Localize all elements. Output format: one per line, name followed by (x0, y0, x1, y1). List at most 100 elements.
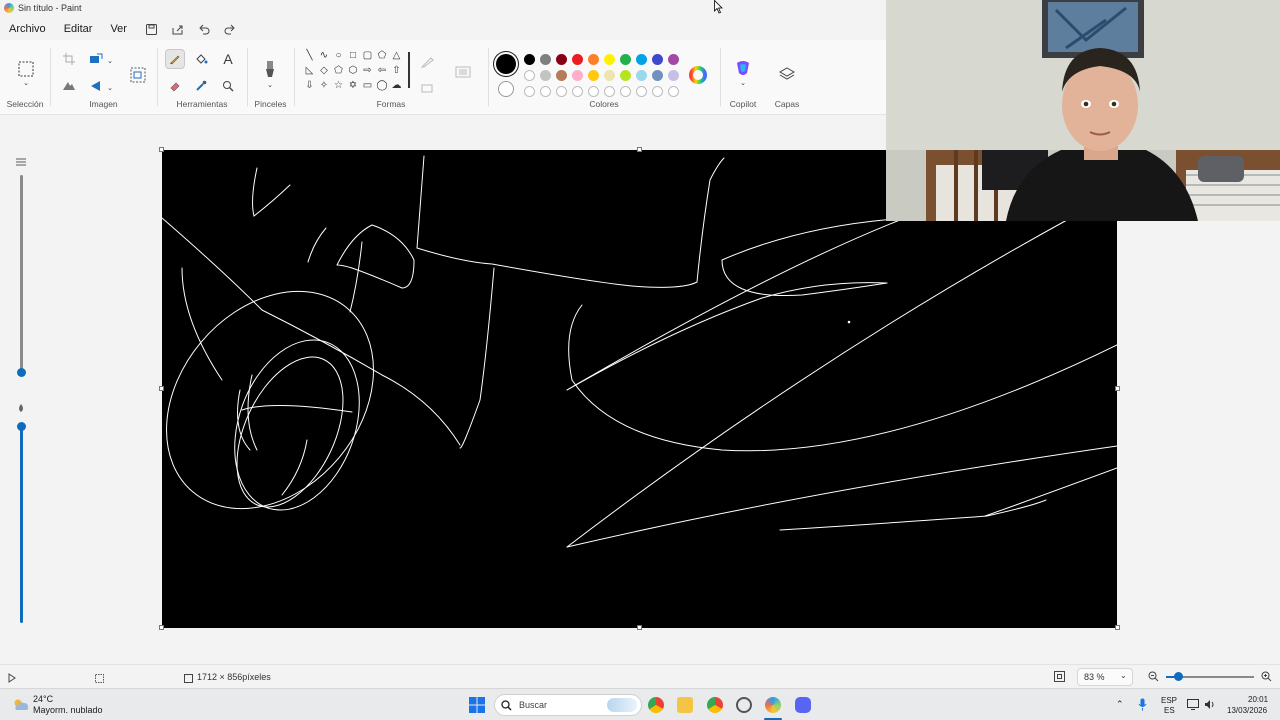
custom-color-slot[interactable] (636, 86, 647, 97)
resize-icon[interactable] (86, 49, 106, 69)
shape-fill-icon[interactable] (418, 78, 438, 98)
pencil-icon[interactable] (165, 49, 185, 69)
network-icon[interactable] (1187, 699, 1199, 713)
shape-callout-oval-icon[interactable]: ◯ (376, 79, 389, 92)
file-explorer-icon[interactable] (677, 697, 693, 713)
canvas-handle-bottom[interactable] (637, 625, 642, 630)
shape-pentagon-icon[interactable]: ⬠ (332, 64, 345, 77)
size-slider-thumb[interactable] (17, 368, 26, 377)
canvas-handle-left[interactable] (159, 386, 164, 391)
share-icon[interactable] (171, 22, 185, 36)
canvas-handle-right[interactable] (1115, 386, 1120, 391)
layers-icon[interactable] (777, 64, 797, 84)
chrome-icon[interactable] (648, 697, 664, 713)
save-icon[interactable] (145, 22, 159, 36)
shape-diamond-icon[interactable]: ◇ (318, 64, 331, 77)
text-tool-icon[interactable]: A (218, 49, 238, 69)
custom-color-slot[interactable] (572, 86, 583, 97)
custom-color-slot[interactable] (540, 86, 551, 97)
eraser-icon[interactable] (165, 76, 185, 96)
menu-editar[interactable]: Editar (58, 20, 99, 38)
color-swatch[interactable] (556, 54, 567, 65)
opacity-slider[interactable] (8, 398, 34, 630)
shapes-scrollbar[interactable] (408, 52, 410, 88)
color-swatch[interactable] (636, 54, 647, 65)
zoom-slider-thumb[interactable] (1174, 672, 1183, 681)
shape-arrow-right-icon[interactable]: ⇨ (361, 64, 374, 77)
color-swatch[interactable] (668, 70, 679, 81)
shape-rectangle-icon[interactable]: □ (347, 49, 360, 62)
color-swatch[interactable] (556, 70, 567, 81)
language-bottom[interactable]: ES (1164, 706, 1175, 715)
menu-ver[interactable]: Ver (104, 20, 133, 38)
zoom-in-icon[interactable] (1261, 671, 1272, 685)
brush-dropdown-icon[interactable]: ⌄ (265, 80, 275, 90)
shape-right-triangle-icon[interactable]: ◺ (303, 64, 316, 77)
color-swatch[interactable] (588, 54, 599, 65)
custom-color-slot[interactable] (652, 86, 663, 97)
custom-color-slot[interactable] (524, 86, 535, 97)
custom-color-slot[interactable] (588, 86, 599, 97)
clock-date[interactable]: 13/03/2026 (1227, 706, 1267, 715)
color-swatch[interactable] (652, 54, 663, 65)
canvas-handle-bottom-left[interactable] (159, 625, 164, 630)
color-swatch[interactable] (588, 70, 599, 81)
undo-icon[interactable] (197, 22, 211, 36)
rotate-dropdown-icon[interactable]: ⌄ (105, 78, 115, 98)
color-swatch[interactable] (540, 70, 551, 81)
chrome-profile-icon[interactable] (707, 697, 723, 713)
fit-to-window-icon[interactable] (1054, 671, 1065, 685)
brush-icon[interactable] (260, 56, 280, 82)
custom-color-slot[interactable] (620, 86, 631, 97)
shape-line-icon[interactable]: ╲ (303, 49, 316, 62)
secondary-color-swatch[interactable] (498, 81, 514, 97)
color-swatch[interactable] (524, 54, 535, 65)
rotate-icon[interactable] (86, 76, 106, 96)
color-swatch[interactable] (652, 70, 663, 81)
shape-oval-icon[interactable]: ○ (332, 49, 345, 62)
shape-star-four-icon[interactable]: ✧ (318, 79, 331, 92)
fill-bucket-icon[interactable] (191, 49, 211, 69)
custom-color-slot[interactable] (604, 86, 615, 97)
color-swatch[interactable] (572, 70, 583, 81)
shape-arrow-down-icon[interactable]: ⇩ (303, 79, 316, 92)
canvas-handle-top-left[interactable] (159, 147, 164, 152)
size-slider-track[interactable] (20, 175, 23, 370)
taskbar-search[interactable]: Buscar (494, 694, 642, 716)
shape-curve-icon[interactable]: ∿ (318, 49, 331, 62)
canvas-handle-top[interactable] (637, 147, 642, 152)
shape-rounded-rectangle-icon[interactable]: ▢ (361, 49, 374, 62)
background-remove-icon[interactable] (59, 76, 79, 96)
clock-time[interactable]: 20:01 (1248, 695, 1268, 704)
shape-triangle-icon[interactable]: △ (390, 49, 403, 62)
start-icon[interactable] (469, 697, 485, 716)
menu-archivo[interactable]: Archivo (3, 20, 52, 38)
select-rectangle-icon[interactable] (15, 58, 37, 80)
color-swatch[interactable] (524, 70, 535, 81)
paint-taskbar-icon[interactable] (765, 697, 781, 713)
copilot-dropdown-icon[interactable]: ⌄ (738, 78, 748, 88)
microphone-icon[interactable] (1138, 698, 1147, 714)
shape-outline-icon[interactable] (418, 52, 438, 72)
select-image-icon[interactable] (127, 64, 149, 86)
color-swatch[interactable] (636, 70, 647, 81)
shape-star-five-icon[interactable]: ☆ (332, 79, 345, 92)
volume-icon[interactable] (1204, 699, 1216, 713)
color-swatch[interactable] (540, 54, 551, 65)
opacity-slider-track[interactable] (20, 428, 23, 623)
shape-callout-cloud-icon[interactable]: ☁ (390, 79, 403, 92)
shape-arrow-left-icon[interactable]: ⇦ (376, 64, 389, 77)
tray-chevron-icon[interactable]: ⌃ (1116, 699, 1124, 710)
drawing-canvas[interactable] (161, 150, 1118, 628)
shape-hexagon-icon[interactable]: ⬡ (347, 64, 360, 77)
color-swatch[interactable] (604, 54, 615, 65)
size-slider[interactable] (8, 150, 34, 382)
magnifier-icon[interactable] (218, 76, 238, 96)
discord-icon[interactable] (795, 697, 811, 713)
custom-color-slot[interactable] (556, 86, 567, 97)
color-picker-icon[interactable] (191, 76, 211, 96)
resize-dropdown-icon[interactable]: ⌄ (105, 51, 115, 71)
crop-icon[interactable] (59, 49, 79, 69)
selection-dropdown-icon[interactable]: ⌄ (19, 78, 33, 88)
color-swatch[interactable] (668, 54, 679, 65)
